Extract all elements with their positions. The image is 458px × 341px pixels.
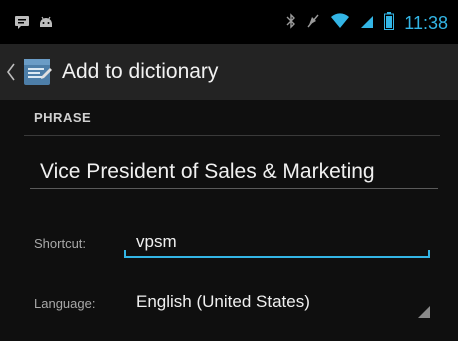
bluetooth-icon <box>286 13 296 33</box>
screen: 11:38 Add to dictionary PHRASE Vice Pres… <box>0 0 458 341</box>
status-bar-system: 11:38 <box>286 12 448 34</box>
signal-icon <box>360 13 374 33</box>
shortcut-underline-left-tick <box>124 250 126 258</box>
phrase-input-underline <box>30 188 438 189</box>
status-bar-notifications <box>14 14 54 33</box>
phrase-input[interactable]: Vice President of Sales & Marketing <box>40 160 375 184</box>
status-bar: 11:38 <box>0 0 458 44</box>
phrase-section-header: PHRASE <box>34 110 92 125</box>
wifi-icon <box>330 13 350 33</box>
shortcut-label: Shortcut: <box>34 236 87 251</box>
shortcut-value[interactable]: vpsm <box>136 232 177 252</box>
android-debug-icon <box>38 14 54 33</box>
mute-icon <box>306 13 320 33</box>
battery-icon <box>384 12 395 34</box>
chevron-left-icon <box>7 63 15 81</box>
section-divider <box>24 135 440 136</box>
language-selected-value: English (United States) <box>136 292 310 311</box>
dictionary-form: PHRASE Vice President of Sales & Marketi… <box>0 100 458 341</box>
shortcut-input-underline <box>124 256 430 258</box>
dictionary-icon <box>24 59 52 85</box>
language-select[interactable]: English (United States) <box>124 284 434 322</box>
action-bar: Add to dictionary <box>0 44 458 100</box>
shortcut-underline-right-tick <box>428 250 430 258</box>
message-icon <box>14 14 30 33</box>
spinner-triangle-icon <box>418 306 430 318</box>
page-title: Add to dictionary <box>62 60 219 83</box>
language-label: Language: <box>34 296 96 311</box>
status-time: 11:38 <box>404 13 448 33</box>
